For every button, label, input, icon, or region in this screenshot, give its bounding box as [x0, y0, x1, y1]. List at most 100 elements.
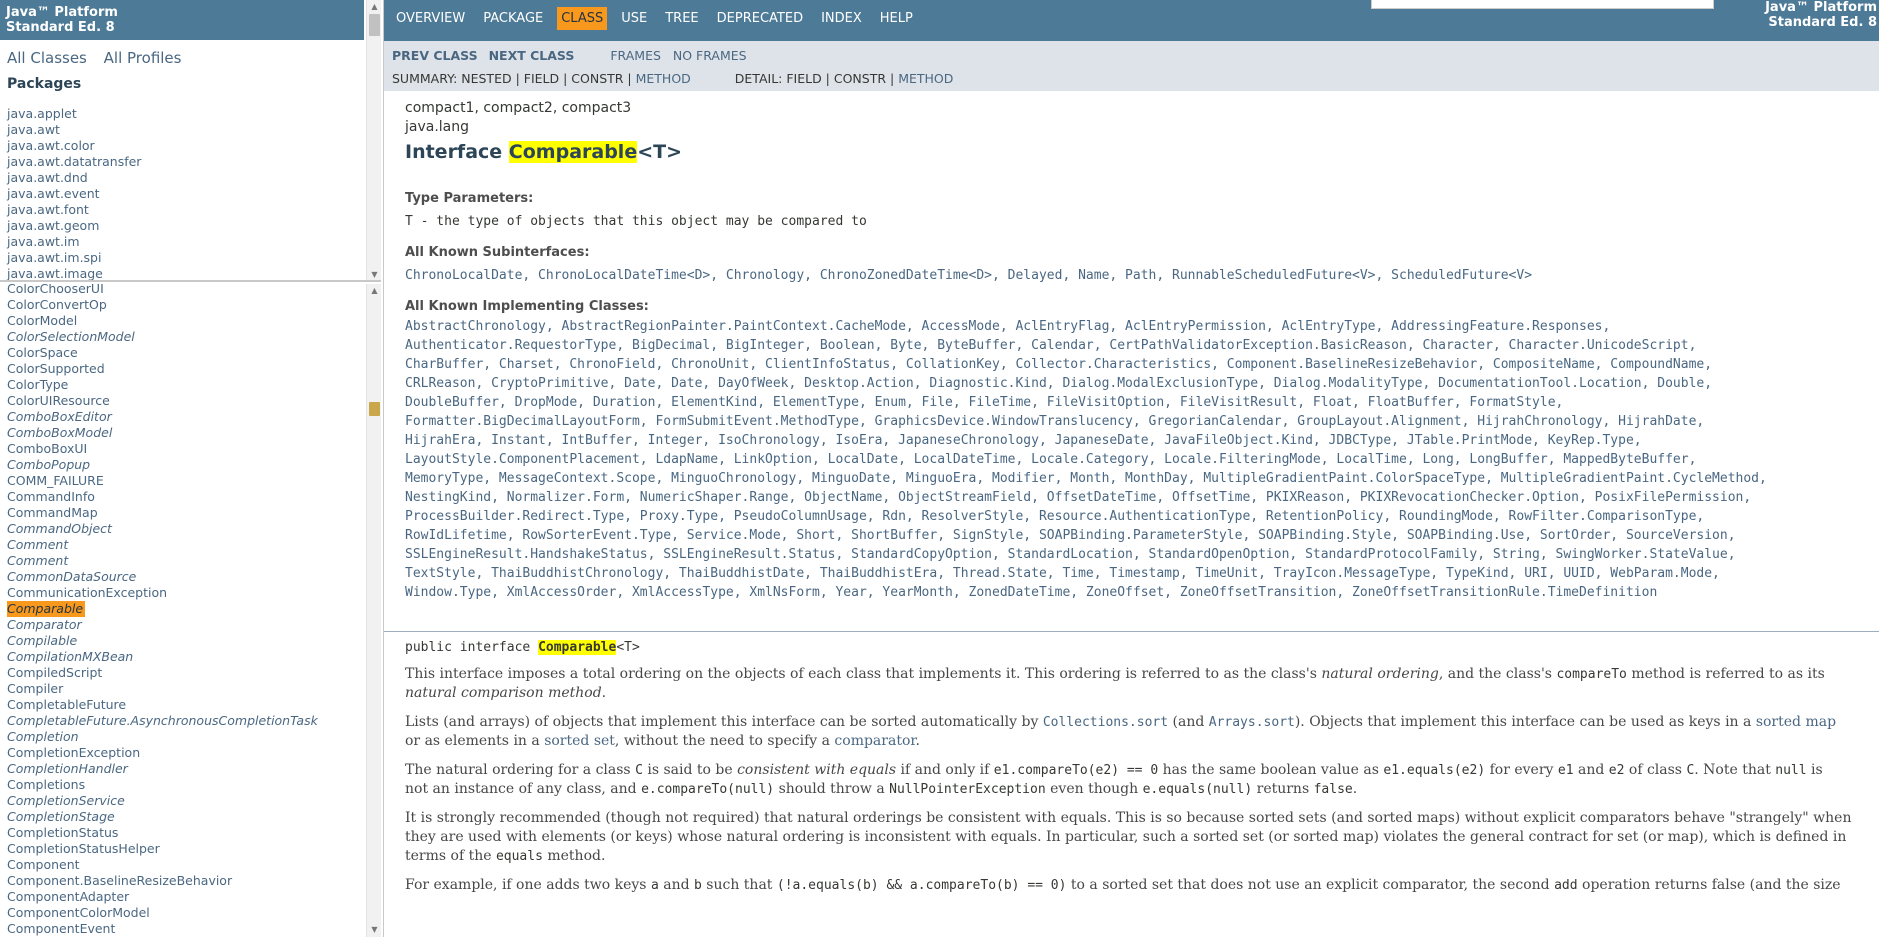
class-scrollbar[interactable]: ▲ ▼	[366, 284, 381, 937]
package-link[interactable]: java.awt.color	[7, 138, 141, 154]
class-link[interactable]: CompletableFuture	[7, 697, 318, 713]
package-link[interactable]: java.awt.font	[7, 202, 141, 218]
class-link[interactable]: Component	[7, 857, 318, 873]
implementing-classes-line[interactable]: MemoryType, MessageContext.Scope, Minguo…	[405, 469, 1875, 488]
class-link[interactable]: ColorModel	[7, 313, 318, 329]
class-link[interactable]: CommandMap	[7, 505, 318, 521]
scroll-thumb[interactable]	[369, 14, 380, 36]
implementing-classes-line[interactable]: Formatter.BigDecimalLayoutForm, FormSubm…	[405, 412, 1875, 431]
sorted-map-link[interactable]: sorted map	[1756, 714, 1836, 730]
nav-tree[interactable]: TREE	[661, 7, 702, 30]
all-classes-link[interactable]: All Classes	[7, 49, 87, 67]
class-link[interactable]: Compiler	[7, 681, 318, 697]
implementing-classes-line[interactable]: Window.Type, XmlAccessOrder, XmlAccessTy…	[405, 583, 1875, 602]
class-link[interactable]: ColorSelectionModel	[7, 329, 318, 345]
class-link[interactable]: ColorChooserUI	[7, 284, 318, 297]
frames-link[interactable]: FRAMES	[610, 48, 661, 63]
scroll-down-arrow-icon[interactable]: ▼	[367, 923, 381, 937]
package-link[interactable]: java.awt.im	[7, 234, 141, 250]
sig-suffix: <T>	[616, 640, 640, 655]
nav-package[interactable]: PACKAGE	[479, 7, 547, 30]
class-link[interactable]: ComboBoxUI	[7, 441, 318, 457]
class-link[interactable]: COMM_FAILURE	[7, 473, 318, 489]
nav-index[interactable]: INDEX	[817, 7, 866, 30]
class-link[interactable]: ComponentColorModel	[7, 905, 318, 921]
class-link[interactable]: CompletionStatusHelper	[7, 841, 318, 857]
search-box[interactable]	[1371, 0, 1714, 9]
description-paragraph-1: This interface imposes a total ordering …	[405, 666, 1825, 701]
class-link[interactable]: CompletionHandler	[7, 761, 318, 777]
implementing-classes-line[interactable]: ProcessBuilder.Redirect.Type, Proxy.Type…	[405, 507, 1875, 526]
implementing-classes-line[interactable]: NestingKind, Normalizer.Form, NumericSha…	[405, 488, 1875, 507]
class-link[interactable]: Comment	[7, 553, 318, 569]
class-link[interactable]: CompletionService	[7, 793, 318, 809]
prev-class-link[interactable]: PREV CLASS	[392, 48, 478, 63]
class-link[interactable]: CompletionException	[7, 745, 318, 761]
class-link[interactable]: Comment	[7, 537, 318, 553]
page-title: Interface Comparable<T>	[405, 141, 1875, 163]
class-link[interactable]: Completion	[7, 729, 318, 745]
package-link[interactable]: java.awt.geom	[7, 218, 141, 234]
package-scrollbar[interactable]: ▲ ▼	[366, 0, 381, 280]
next-class-link[interactable]: NEXT CLASS	[489, 48, 575, 63]
class-link[interactable]: Component.BaselineResizeBehavior	[7, 873, 318, 889]
class-link[interactable]: ColorSpace	[7, 345, 318, 361]
scroll-down-arrow-icon[interactable]: ▼	[367, 268, 381, 280]
package-link[interactable]: java.awt	[7, 122, 141, 138]
class-link[interactable]: CommandInfo	[7, 489, 318, 505]
subinterfaces-list[interactable]: ChronoLocalDate, ChronoLocalDateTime<D>,…	[405, 266, 1875, 285]
package-link[interactable]: java.awt.im.spi	[7, 250, 141, 266]
class-link[interactable]: CompletionStage	[7, 809, 318, 825]
no-frames-link[interactable]: NO FRAMES	[673, 48, 747, 63]
implementing-classes-line[interactable]: HijrahEra, Instant, IntBuffer, Integer, …	[405, 431, 1875, 450]
class-link[interactable]: ColorConvertOp	[7, 297, 318, 313]
class-link-selected[interactable]: Comparable	[7, 601, 86, 617]
implementing-classes-line[interactable]: Authenticator.RequestorType, BigDecimal,…	[405, 336, 1875, 355]
class-link[interactable]: Completions	[7, 777, 318, 793]
implementing-classes-line[interactable]: CRLReason, CryptoPrimitive, Date, Date, …	[405, 374, 1875, 393]
implementing-classes-line[interactable]: DoubleBuffer, DropMode, Duration, Elemen…	[405, 393, 1875, 412]
class-link[interactable]: CommandObject	[7, 521, 318, 537]
class-link[interactable]: CompilationMXBean	[7, 649, 318, 665]
package-link[interactable]: java.applet	[7, 106, 141, 122]
class-link[interactable]: ComboBoxEditor	[7, 409, 318, 425]
class-link[interactable]: ComboBoxModel	[7, 425, 318, 441]
arrays-sort-link[interactable]: Arrays.sort	[1209, 715, 1295, 730]
class-link[interactable]: ComponentAdapter	[7, 889, 318, 905]
package-link[interactable]: java.awt.event	[7, 186, 141, 202]
nav-use[interactable]: USE	[617, 7, 651, 30]
class-link[interactable]: CommonDataSource	[7, 569, 318, 585]
implementing-classes-line[interactable]: LayoutStyle.ComponentPlacement, LdapName…	[405, 450, 1875, 469]
class-link[interactable]: ComponentEvent	[7, 921, 318, 937]
scroll-up-arrow-icon[interactable]: ▲	[367, 0, 381, 14]
summary-method-link[interactable]: METHOD	[636, 71, 691, 86]
collections-sort-link[interactable]: Collections.sort	[1043, 715, 1168, 730]
class-link[interactable]: ColorSupported	[7, 361, 318, 377]
implementing-classes-line[interactable]: AbstractChronology, AbstractRegionPainte…	[405, 317, 1875, 336]
comparator-link[interactable]: comparator	[834, 733, 915, 749]
detail-method-link[interactable]: METHOD	[898, 71, 953, 86]
class-link[interactable]: CommunicationException	[7, 585, 318, 601]
all-profiles-link[interactable]: All Profiles	[104, 49, 182, 67]
package-link[interactable]: java.awt.image	[7, 266, 141, 280]
class-link[interactable]: Comparator	[7, 617, 318, 633]
class-link[interactable]: ColorType	[7, 377, 318, 393]
implementing-classes-line[interactable]: CharBuffer, Charset, ChronoField, Chrono…	[405, 355, 1875, 374]
scroll-thumb[interactable]	[369, 402, 380, 416]
class-link[interactable]: CompiledScript	[7, 665, 318, 681]
implementing-classes-line[interactable]: SSLEngineResult.HandshakeStatus, SSLEngi…	[405, 545, 1875, 564]
class-link[interactable]: CompletionStatus	[7, 825, 318, 841]
nav-overview[interactable]: OVERVIEW	[392, 7, 469, 30]
class-link[interactable]: ComboPopup	[7, 457, 318, 473]
implementing-classes-line[interactable]: TextStyle, ThaiBuddhistChronology, ThaiB…	[405, 564, 1875, 583]
package-link[interactable]: java.awt.datatransfer	[7, 154, 141, 170]
class-link[interactable]: CompletableFuture.AsynchronousCompletion…	[7, 713, 318, 729]
class-link[interactable]: ColorUIResource	[7, 393, 318, 409]
sorted-set-link[interactable]: sorted set	[544, 733, 615, 749]
implementing-classes-line[interactable]: RowIdLifetime, RowSorterEvent.Type, Serv…	[405, 526, 1875, 545]
class-link[interactable]: Compilable	[7, 633, 318, 649]
package-link[interactable]: java.awt.dnd	[7, 170, 141, 186]
scroll-up-arrow-icon[interactable]: ▲	[367, 284, 381, 298]
nav-help[interactable]: HELP	[876, 7, 917, 30]
nav-deprecated[interactable]: DEPRECATED	[713, 7, 807, 30]
